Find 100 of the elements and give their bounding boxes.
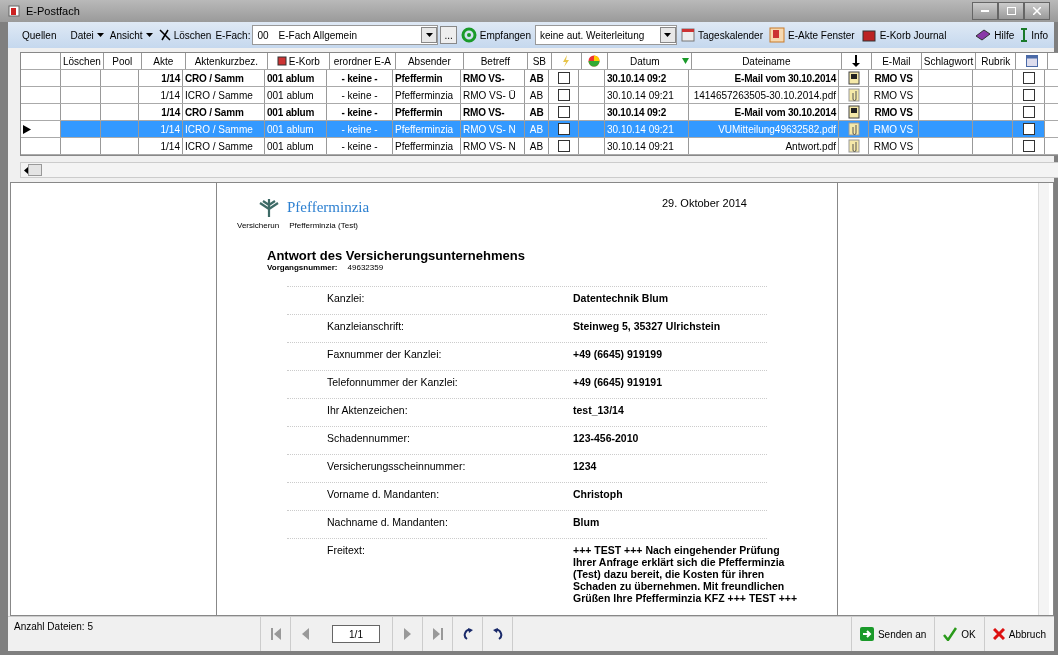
field-label: Kanzlei: bbox=[327, 292, 366, 304]
scrollbar-thumb[interactable] bbox=[28, 164, 42, 176]
checkbox[interactable] bbox=[1022, 140, 1035, 152]
table-cell: 001 ablum bbox=[265, 104, 327, 120]
column-header[interactable]: Betreff bbox=[480, 55, 510, 67]
field-value: +++ TEST +++ Nach eingehender Prüfung Ihrer Anfrage erklärt sich die Pfefferminzia (Test) dazu bereit, die Kosten für ihren Schaden zu übernehmen. Mit freundlichen Grüßen Ihre Pfefferminzia KFZ +++ TEST +++ bbox=[573, 544, 798, 604]
app-icon bbox=[8, 5, 20, 17]
table-cell: ICRO / Samme bbox=[183, 87, 265, 103]
field-label: Faxnummer der Kanzlei: bbox=[327, 348, 443, 360]
menu-button[interactable]: Ansicht bbox=[107, 27, 155, 43]
help-button[interactable]: Hilfe bbox=[973, 26, 1017, 44]
vertical-scrollbar[interactable] bbox=[1038, 183, 1049, 615]
table-cell: RMO VS bbox=[869, 121, 919, 137]
delete-button[interactable]: Löschen bbox=[156, 27, 214, 43]
action-button[interactable]: Abbruch bbox=[983, 617, 1054, 651]
column-header[interactable]: Absender bbox=[407, 55, 451, 67]
table-row[interactable]: 1/14 ICRO / Samme 001 ablum - keine - Pfefferminzia RMO VS- Ü AB 30.10.14 09:21 1414657263505-30.10.2014.pdf RMO VS bbox=[21, 87, 1058, 104]
window-title: E-Postfach bbox=[26, 5, 81, 17]
efach-dropdown[interactable]: 00 E-Fach Allgemein bbox=[252, 25, 439, 45]
dropdown-button[interactable] bbox=[421, 27, 438, 43]
close-button[interactable] bbox=[1024, 2, 1050, 20]
table-cell: 001 ablum bbox=[265, 121, 327, 137]
paperclip-file-icon bbox=[847, 88, 860, 102]
column-header[interactable]: E-Korb bbox=[288, 55, 320, 67]
column-header[interactable]: E-Mail bbox=[882, 55, 911, 67]
file-window-button[interactable]: E-Akte Fenster bbox=[767, 25, 857, 45]
table-cell: RMO VS- N bbox=[461, 138, 525, 154]
table-cell: RMO VS- Ü bbox=[461, 87, 525, 103]
maximize-button[interactable] bbox=[998, 2, 1024, 20]
table-row[interactable]: 1/14 CRO / Samm 001 ablum - keine - Pfeffermin RMO VS- AB 30.10.14 09:2 E-Mail vom 30.10.2014 RMO VS bbox=[21, 70, 1058, 87]
close-icon bbox=[1033, 7, 1041, 15]
action-button[interactable]: OK bbox=[934, 617, 984, 651]
reference-number: 49632359 bbox=[347, 263, 384, 272]
checkbox[interactable] bbox=[557, 72, 570, 84]
table-cell: RMO VS- N bbox=[461, 121, 525, 137]
column-header[interactable]: Datum bbox=[609, 55, 680, 67]
checkbox[interactable] bbox=[1022, 72, 1035, 84]
sources-button[interactable]: Quellen bbox=[12, 27, 67, 43]
action-button[interactable]: Senden an bbox=[850, 617, 935, 651]
next-page-icon bbox=[404, 628, 411, 640]
arrow-right-icon bbox=[859, 627, 874, 641]
horizontal-scrollbar[interactable] bbox=[20, 162, 1058, 178]
checkbox[interactable] bbox=[557, 140, 570, 152]
field-label: Kanzleianschrift: bbox=[327, 320, 406, 332]
info-button[interactable]: Info bbox=[1018, 26, 1050, 44]
menu-button[interactable]: Datei bbox=[68, 27, 106, 43]
forwarding-dropdown[interactable]: keine aut. Weiterleitung bbox=[534, 25, 677, 45]
checkbox[interactable] bbox=[1022, 123, 1035, 135]
reference-label: Vorgangsnummer: bbox=[267, 263, 338, 272]
receive-button[interactable]: Empfangen bbox=[458, 25, 533, 45]
calendar-icon bbox=[680, 28, 695, 42]
table-cell: Pfefferminzia bbox=[393, 121, 461, 137]
field-value: 1234 bbox=[573, 460, 598, 472]
table-cell: 30.10.14 09:2 bbox=[605, 70, 689, 86]
table-row[interactable]: 1/14 ICRO / Samme 001 ablum - keine - Pfefferminzia RMO VS- N AB 30.10.14 09:21 Antwort.pdf RMO VS bbox=[21, 138, 1058, 155]
field-value: Blum bbox=[573, 516, 601, 528]
column-header[interactable]: Löschen bbox=[63, 55, 101, 67]
previous-page-icon bbox=[302, 628, 309, 640]
field-value: Steinweg 5, 35327 Ulrichstein bbox=[573, 320, 722, 332]
journal-button[interactable]: E-Korb Journal bbox=[858, 25, 949, 45]
column-header[interactable]: Rubrik bbox=[981, 55, 1011, 67]
table-cell: 001 ablum bbox=[265, 70, 327, 86]
column-header[interactable]: erordner E-A bbox=[333, 55, 391, 67]
traffic-light-icon bbox=[588, 55, 601, 67]
table-cell: RMO VS- bbox=[461, 70, 525, 86]
checkbox[interactable] bbox=[557, 89, 570, 101]
table-row[interactable]: 1/14 CRO / Samm 001 ablum - keine - Pfeffermin RMO VS- AB 30.10.14 09:2 E-Mail vom 30.10.2014 RMO VS bbox=[21, 104, 1058, 121]
table-cell: 30.10.14 09:21 bbox=[605, 87, 689, 103]
column-header[interactable]: Akte bbox=[153, 55, 174, 67]
field-label: Telefonnummer der Kanzlei: bbox=[327, 376, 459, 388]
column-header[interactable]: Aktenkurzbez. bbox=[194, 55, 258, 67]
dropdown-button[interactable] bbox=[659, 27, 676, 43]
checkbox[interactable] bbox=[1022, 89, 1035, 101]
file-count: Anzahl Dateien: 5 bbox=[13, 620, 94, 634]
basket-icon bbox=[276, 56, 287, 66]
checkbox[interactable] bbox=[557, 106, 570, 118]
table-cell: Pfeffermin bbox=[393, 70, 461, 86]
calendar-button[interactable]: Tageskalender bbox=[678, 26, 765, 44]
field-value: +49 (6645) 919191 bbox=[573, 376, 664, 388]
sender-label: Versicherun bbox=[237, 221, 280, 230]
page-field[interactable]: 1/1 bbox=[332, 625, 380, 643]
checkbox[interactable] bbox=[1022, 106, 1035, 118]
table-cell: Pfefferminzia bbox=[393, 87, 461, 103]
brand-name: Pfefferminzia bbox=[287, 198, 370, 216]
column-header[interactable]: SB bbox=[532, 55, 546, 67]
field-value: test_13/14 bbox=[573, 404, 625, 416]
table-cell: - keine - bbox=[327, 121, 393, 137]
minimize-button[interactable] bbox=[972, 2, 998, 20]
browse-button[interactable]: ... bbox=[440, 26, 457, 44]
basket-icon bbox=[860, 27, 877, 43]
table-cell: AB bbox=[525, 121, 549, 137]
table-cell: Pfeffermin bbox=[393, 104, 461, 120]
column-header[interactable]: Dateiname bbox=[742, 55, 791, 67]
table-cell: ICRO / Samme bbox=[183, 121, 265, 137]
table-cell: CRO / Samm bbox=[183, 70, 265, 86]
left-arrow-icon bbox=[24, 166, 28, 174]
checkbox[interactable] bbox=[557, 123, 570, 135]
field-label: Schadennummer: bbox=[327, 432, 411, 444]
delete-icon bbox=[158, 29, 171, 41]
column-header[interactable]: Pool bbox=[112, 55, 133, 67]
